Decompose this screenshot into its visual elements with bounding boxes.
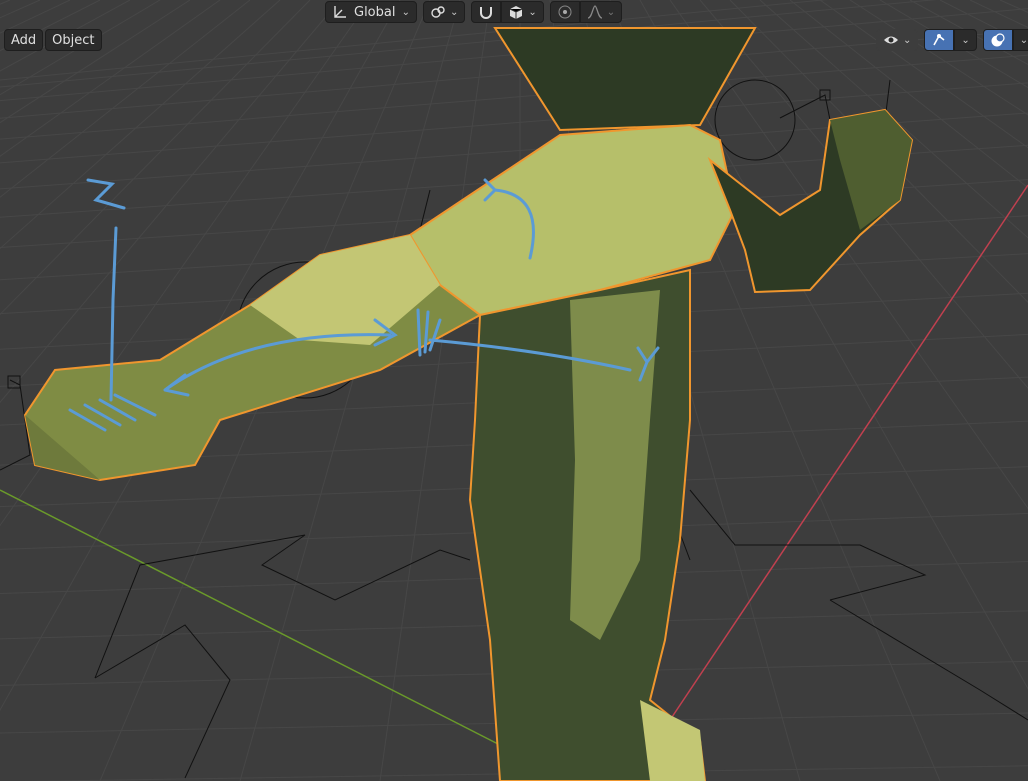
gizmo-dropdown[interactable]: ⌄ [954,29,977,51]
object-menu-label: Object [52,32,95,48]
visibility-eye-icon [883,32,899,48]
chevron-down-icon: ⌄ [450,6,459,18]
object-menu-button[interactable]: Object [45,29,102,51]
chevron-down-icon: ⌄ [961,34,970,46]
snapping-group: ⌄ [471,1,544,23]
transform-orientation-icon [332,4,348,20]
gizmo-toggle-button[interactable] [924,29,955,51]
chevron-down-icon: ⌄ [528,6,537,18]
snap-cube-icon [508,4,524,20]
chevron-down-icon: ⌄ [1019,34,1028,46]
overlay-group: ⌄ [982,29,1028,51]
gizmo-group: ⌄ [924,29,977,51]
falloff-dropdown[interactable]: ⌄ [579,1,623,23]
viewport-header-center: Global ⌄ ⌄ ⌄ ⌄ [325,1,623,23]
add-menu-label: Add [11,32,37,48]
snap-toggle-button[interactable] [471,1,502,23]
snap-target-dropdown[interactable]: ⌄ [501,1,544,23]
proportional-editing-group: ⌄ [549,1,623,23]
transform-orientation-dropdown[interactable]: Global ⌄ [325,1,417,23]
pivot-point-icon [430,4,446,20]
gizmo-icon [931,32,947,48]
pivot-point-dropdown[interactable]: ⌄ [423,1,466,23]
proportional-editing-button[interactable] [549,1,580,23]
overlay-dropdown[interactable]: ⌄ [1012,29,1028,51]
overlay-toggle-button[interactable] [982,29,1013,51]
visibility-dropdown[interactable]: ⌄ [876,29,919,51]
viewport-header-left: Add Object [4,29,102,51]
chevron-down-icon: ⌄ [606,6,616,18]
proportional-editing-icon [557,4,573,20]
chevron-down-icon: ⌄ [401,6,410,18]
viewport-header-right: ⌄ ⌄ ⌄ [876,29,1028,51]
chevron-down-icon: ⌄ [903,34,912,46]
transform-orientation-label: Global [354,4,396,20]
falloff-curve-icon [587,4,603,20]
3d-viewport[interactable]: Z Y [0,0,1028,781]
snap-magnet-icon [478,4,494,20]
overlay-icon [990,32,1006,48]
add-menu-button[interactable]: Add [4,29,44,51]
